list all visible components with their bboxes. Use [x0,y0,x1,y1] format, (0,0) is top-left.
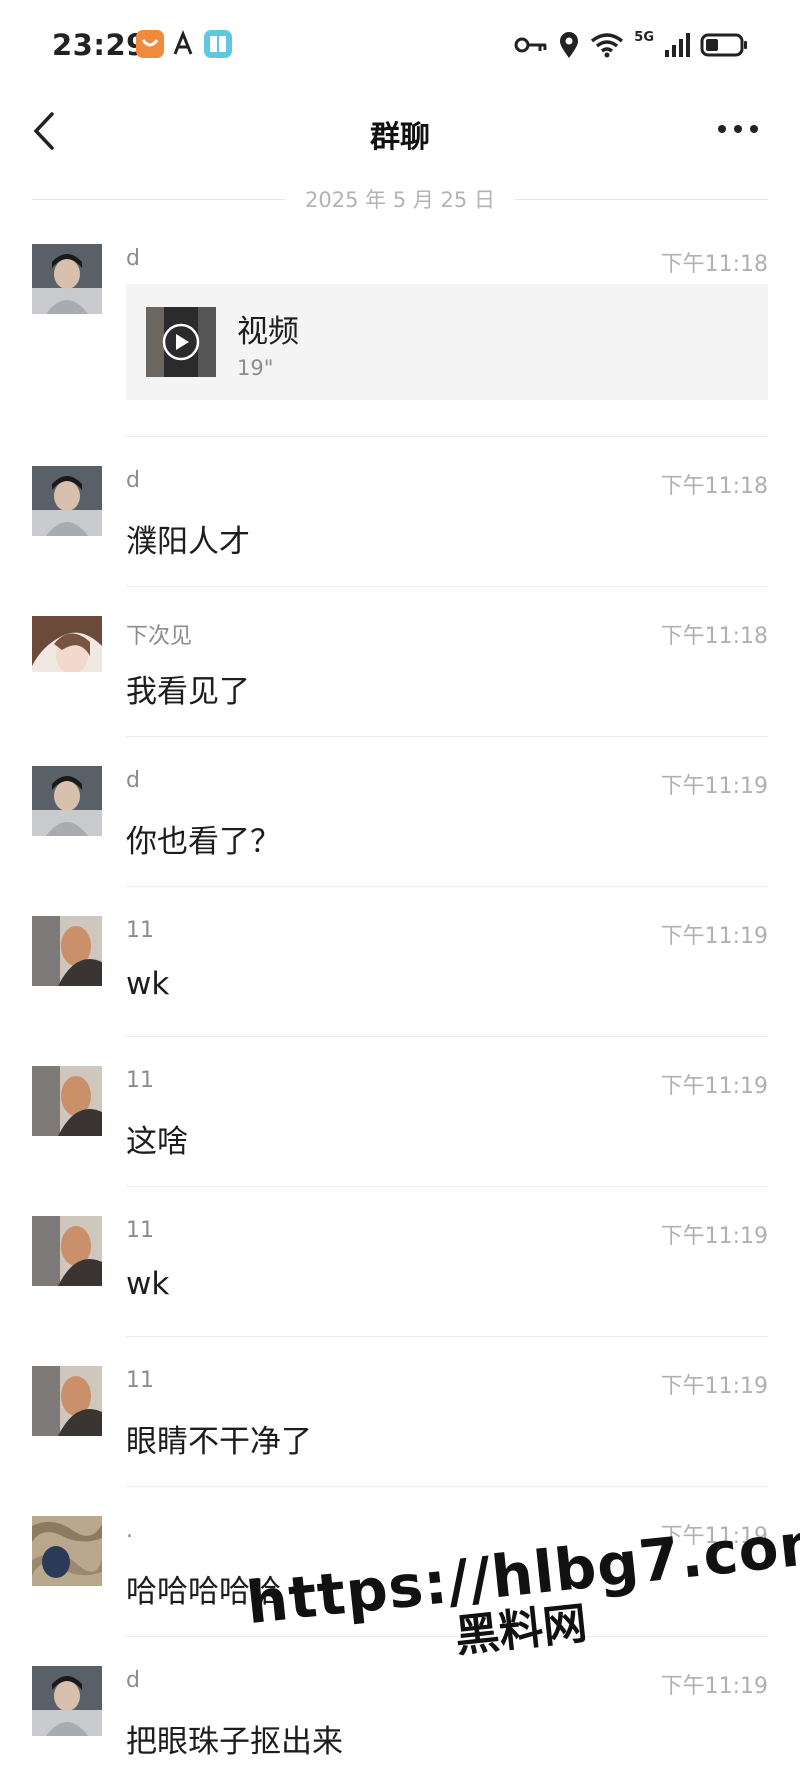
message-text: 濮阳人才 [126,524,250,560]
message-time: 下午11:19 [660,1224,768,1249]
watermark: https://hlbg7.com 黑料网 [243,1507,800,1684]
divider-line [514,198,768,200]
message-divider [126,1336,768,1337]
sender-name: . [126,1518,133,1543]
status-bar: 23:29 5G [0,0,800,92]
font-app-icon [170,29,198,58]
reader-app-icon [204,30,232,58]
date-divider: 2025 年 5 月 25 日 [32,182,768,216]
avatar[interactable] [32,244,102,314]
sender-name: 11 [126,918,154,943]
message-time: 下午11:19 [660,1674,768,1699]
wifi-icon [591,33,624,58]
nav-bar: 群聊 [0,92,800,170]
status-icons: 5G [514,28,748,62]
network-type: 5G [634,29,654,45]
message-text: wk [126,1266,170,1302]
message-divider [126,586,768,587]
avatar[interactable] [32,616,102,686]
message-time: 下午11:18 [660,474,768,499]
avatar[interactable] [32,1666,102,1736]
sender-name: 11 [126,1218,154,1243]
avatar[interactable] [32,1066,102,1136]
message-divider [126,1186,768,1187]
message-divider [126,1486,768,1487]
message-time: 下午11:18 [660,624,768,649]
sender-name: 下次见 [126,624,193,649]
sender-name: d [126,246,140,271]
message-text: 你也看了？ [126,824,281,860]
message-divider [126,1036,768,1037]
avatar[interactable] [32,766,102,836]
video-title: 视频 [237,314,299,350]
message-text: wk [126,966,170,1002]
message-text: 把眼珠子抠出来 [126,1724,343,1760]
message-time: 下午11:19 [660,1374,768,1399]
more-button[interactable] [714,114,762,144]
more-dots-icon [718,125,758,133]
message-text: 这啥 [126,1124,188,1160]
message-text: 我看见了 [126,674,250,710]
sender-name: 11 [126,1068,154,1093]
sender-name: d [126,1668,140,1693]
signal-icon [665,33,690,57]
divider-line [32,198,286,200]
message-time: 下午11:19 [660,1074,768,1099]
message-time: 下午11:19 [660,774,768,799]
message-time: 下午11:19 [660,924,768,949]
video-duration: 19" [237,356,274,380]
message-time: 下午11:18 [660,252,768,277]
location-icon [560,32,579,58]
video-thumbnail [146,307,216,377]
sender-name: d [126,468,140,493]
sender-name: d [126,768,140,793]
message-text: 眼睛不干净了 [126,1424,312,1460]
page-title: 群聊 [370,120,430,155]
app-notification-icon [136,30,164,58]
video-message-card[interactable]: 视频 19" [126,284,768,400]
message-divider [126,436,768,437]
sender-name: 11 [126,1368,154,1393]
avatar[interactable] [32,1516,102,1586]
message-divider [126,886,768,887]
key-icon [514,37,547,53]
battery-icon [700,33,747,57]
avatar[interactable] [32,1366,102,1436]
avatar[interactable] [32,466,102,536]
status-time: 23:29 [52,28,147,62]
date-label: 2025 年 5 月 25 日 [305,188,495,212]
avatar[interactable] [32,1216,102,1286]
avatar[interactable] [32,916,102,986]
message-divider [126,736,768,737]
